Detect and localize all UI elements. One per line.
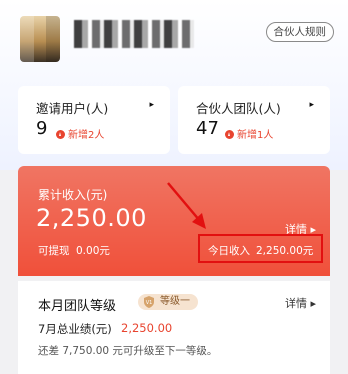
withdrawable-value: 0.00元 <box>76 245 110 257</box>
today-income-value: 2,250.00元 <box>256 245 314 257</box>
upgrade-hint: 还差 7,750.00 元可升级至下一等级。 <box>38 345 218 357</box>
withdrawable-label: 可提现 <box>38 245 70 257</box>
invited-users-arrow-icon: ▸ <box>149 100 154 110</box>
monthly-performance-value: 2,250.00 <box>121 321 173 335</box>
partner-team-arrow-icon: ▸ <box>309 100 314 110</box>
up-arrow-circle-icon <box>56 130 65 139</box>
partner-rules-button[interactable]: 合伙人规则 <box>265 22 334 42</box>
total-income-amount: 2,250.00 <box>36 204 147 232</box>
level-badge-text: 等级一 <box>160 296 190 307</box>
total-income-label: 累计收入(元) <box>38 188 108 202</box>
today-income: 今日收入 2,250.00元 <box>208 243 313 258</box>
partner-team-count: 47 <box>196 118 219 139</box>
team-level-title: 本月团队等级 <box>38 299 117 314</box>
level-shield-icon: V1 <box>144 296 154 308</box>
annotation-arrow-icon <box>167 182 206 229</box>
team-level-details-link[interactable]: 详情 ▸ <box>285 295 316 311</box>
team-level-card: 本月团队等级 V1 等级一 详情 ▸ 7月总业绩(元) 2,250.00 还差 … <box>18 281 330 374</box>
user-name-blurred <box>74 20 194 48</box>
today-income-label: 今日收入 <box>208 245 250 257</box>
up-arrow-circle-icon <box>225 130 234 139</box>
invited-users-new-text: 新增2人 <box>68 130 105 141</box>
partner-team-card[interactable]: 合伙人团队(人) ▸ 47 新增1人 <box>178 86 330 154</box>
user-avatar[interactable] <box>20 16 60 62</box>
partner-team-new: 新增1人 <box>225 126 273 141</box>
partner-team-label: 合伙人团队(人) <box>196 101 281 116</box>
invited-users-label: 邀请用户(人) <box>36 101 109 116</box>
level-shield-text: V1 <box>146 300 153 306</box>
invited-users-new: 新增2人 <box>56 126 104 141</box>
level-badge: V1 等级一 <box>138 294 198 310</box>
partner-team-new-text: 新增1人 <box>237 130 274 141</box>
invited-users-count: 9 <box>36 118 48 139</box>
monthly-performance-label: 7月总业绩(元) <box>38 322 112 336</box>
invited-users-card[interactable]: 邀请用户(人) ▸ 9 新增2人 <box>18 86 170 154</box>
